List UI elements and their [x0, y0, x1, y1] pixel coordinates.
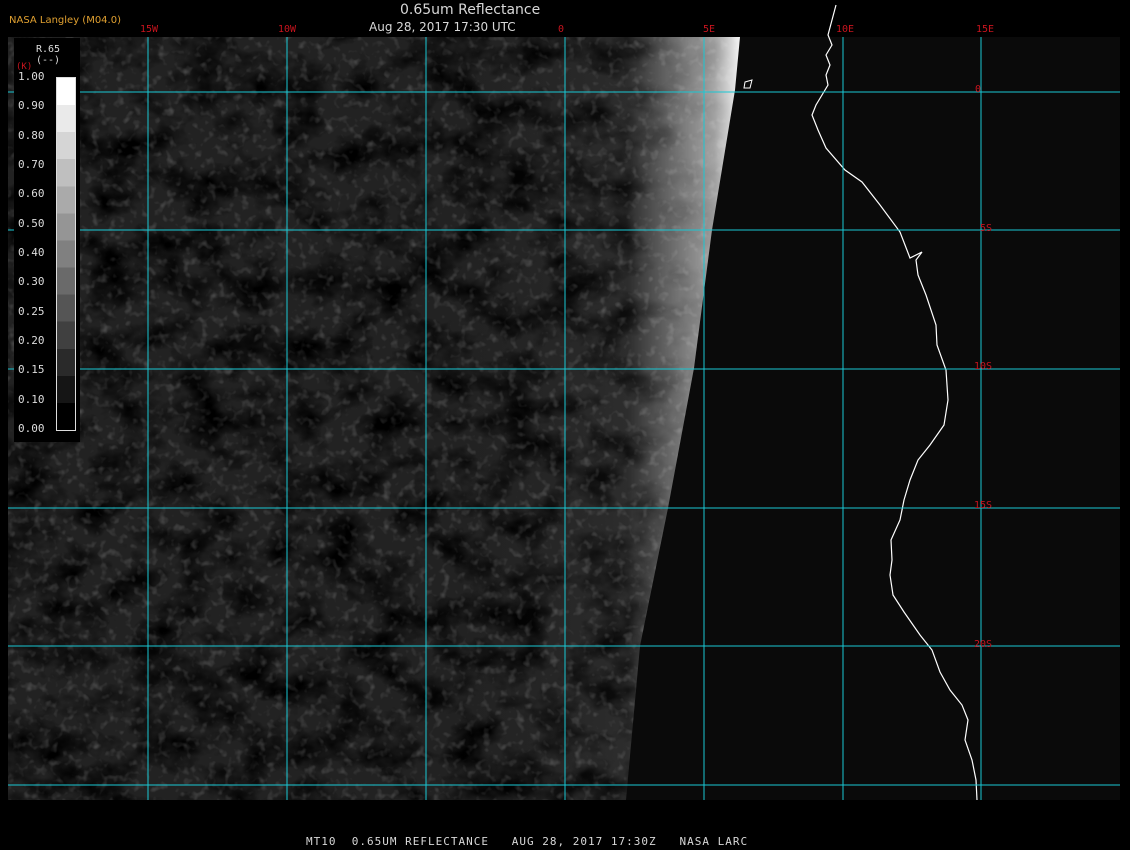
- legend-tick-label: 0.70: [18, 158, 45, 171]
- page-title: 0.65um Reflectance: [400, 2, 541, 18]
- legend-tick-label: 0.30: [18, 275, 45, 289]
- reflectance-map[interactable]: [0, 0, 1130, 850]
- legend-tick-label: 0.90: [18, 99, 45, 113]
- legend-tick-label: 0.25: [18, 304, 45, 318]
- legend-tick-label: 0.20: [18, 334, 45, 347]
- lon-label-15w: 15W: [140, 24, 159, 35]
- lon-label-5e: 5E: [703, 24, 716, 35]
- legend-tick-label: 0.00: [18, 422, 45, 435]
- footer-caption: MT10 0.65UM REFLECTANCE AUG 28, 2017 17:…: [306, 835, 749, 848]
- legend-unit: (--): [36, 55, 61, 66]
- legend-title: R.65: [36, 44, 61, 55]
- lat-label-0: 0: [975, 84, 982, 95]
- legend-tick-label: 0.15: [18, 363, 45, 377]
- lon-label-10e: 10E: [836, 24, 855, 35]
- legend-color-bar: [56, 77, 76, 431]
- lat-label-5s: 5S: [980, 223, 993, 234]
- lon-label-0: 0: [558, 24, 565, 35]
- legend-tick-label: 0.40: [18, 246, 45, 259]
- lat-label-10s: 10S: [974, 361, 993, 372]
- legend-tick-label: 0.10: [18, 392, 45, 406]
- legend-tick-label: 0.50: [18, 216, 45, 230]
- credit-label: NASA Langley (M04.0): [9, 15, 121, 26]
- lon-label-10w: 10W: [278, 24, 297, 35]
- legend-tick-label: 0.80: [18, 128, 45, 142]
- legend-tick-label: 1.00: [18, 70, 45, 83]
- color-legend: R.65 (--) (K) 1.00 0.90 0.80 0.70 0.60 0.50 0.…: [14, 38, 80, 442]
- timestamp: Aug 28, 2017 17:30 UTC: [369, 20, 516, 34]
- satellite-viewer: NASA Langley (M04.0) 0.65um Reflectance …: [0, 0, 1130, 850]
- legend-tick-label: 0.60: [18, 187, 45, 201]
- lon-label-15e: 15E: [976, 24, 995, 35]
- lat-label-20s: 20S: [974, 639, 993, 650]
- lat-label-15s: 15S: [974, 500, 993, 511]
